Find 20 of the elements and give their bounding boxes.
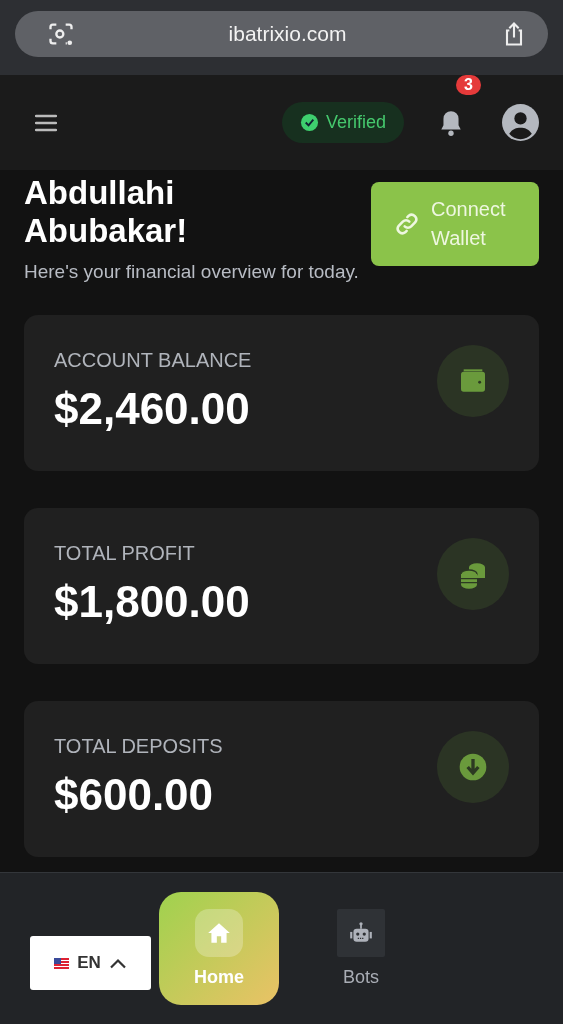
avatar-icon[interactable] xyxy=(502,104,539,141)
nav-tab[interactable]: Bots xyxy=(301,892,421,1005)
language-selector[interactable]: EN xyxy=(30,936,151,990)
url-text: ibatrixio.com xyxy=(227,21,348,46)
stat-amount: $2,460.00 xyxy=(54,384,251,435)
menu-icon[interactable] xyxy=(35,113,57,132)
stat-amount: $600.00 xyxy=(54,770,215,821)
caret-icon xyxy=(108,957,127,969)
user-name: Abdullahi Abubakar! xyxy=(24,174,189,251)
link-icon xyxy=(393,210,421,238)
address-bar[interactable]: ibatrixio.com xyxy=(15,10,548,57)
overview-subtitle: Here's your financial overview for today. xyxy=(24,259,360,284)
check-circle-icon xyxy=(299,113,319,132)
stat-label: ACCOUNT BALANCE xyxy=(54,349,252,373)
stat-label: TOTAL PROFIT xyxy=(54,542,196,566)
flag-icon xyxy=(54,957,70,969)
notification-count: 3 xyxy=(456,74,481,95)
stat-amount: $1,800.00 xyxy=(54,577,250,628)
stat-label: TOTAL DEPOSITS xyxy=(54,735,223,759)
verified-badge: Verified xyxy=(281,102,404,143)
